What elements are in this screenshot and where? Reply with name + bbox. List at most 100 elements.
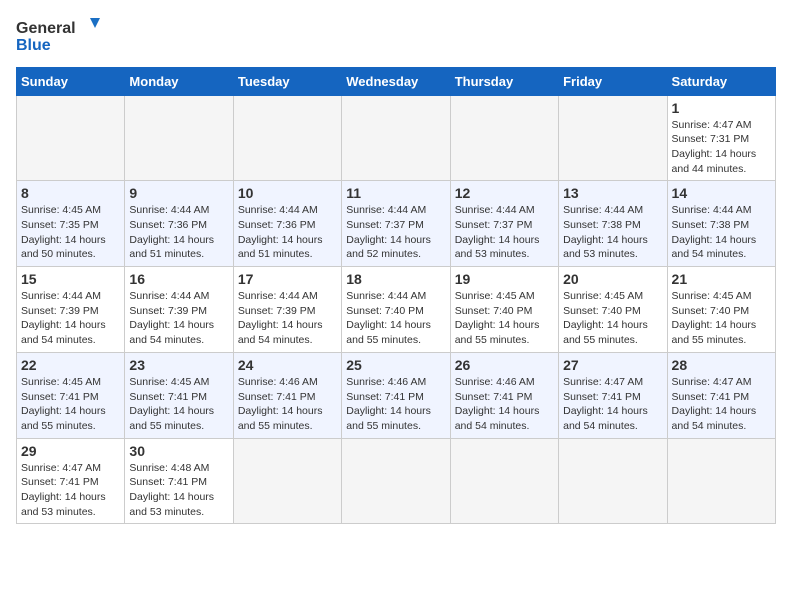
day-info: Sunrise: 4:44 AMSunset: 7:36 PMDaylight:… bbox=[238, 203, 337, 262]
calendar-cell: 30 Sunrise: 4:48 AMSunset: 7:41 PMDayligh… bbox=[125, 438, 233, 524]
day-info: Sunrise: 4:44 AMSunset: 7:37 PMDaylight:… bbox=[346, 203, 445, 262]
day-number: 10 bbox=[238, 185, 337, 201]
day-info: Sunrise: 4:45 AMSunset: 7:35 PMDaylight:… bbox=[21, 203, 120, 262]
day-info: Sunrise: 4:45 AMSunset: 7:40 PMDaylight:… bbox=[563, 289, 662, 348]
calendar-header-row: SundayMondayTuesdayWednesdayThursdayFrid… bbox=[17, 67, 776, 95]
calendar-cell bbox=[342, 95, 450, 181]
day-number: 16 bbox=[129, 271, 228, 287]
calendar-cell: 21 Sunrise: 4:45 AMSunset: 7:40 PMDayligh… bbox=[667, 267, 775, 353]
day-info: Sunrise: 4:44 AMSunset: 7:39 PMDaylight:… bbox=[129, 289, 228, 348]
day-number: 12 bbox=[455, 185, 554, 201]
day-number: 14 bbox=[672, 185, 771, 201]
day-number: 1 bbox=[672, 100, 771, 116]
day-number: 30 bbox=[129, 443, 228, 459]
day-number: 23 bbox=[129, 357, 228, 373]
day-info: Sunrise: 4:44 AMSunset: 7:39 PMDaylight:… bbox=[21, 289, 120, 348]
day-info: Sunrise: 4:44 AMSunset: 7:37 PMDaylight:… bbox=[455, 203, 554, 262]
day-info: Sunrise: 4:45 AMSunset: 7:40 PMDaylight:… bbox=[672, 289, 771, 348]
calendar-cell bbox=[559, 438, 667, 524]
day-info: Sunrise: 4:45 AMSunset: 7:40 PMDaylight:… bbox=[455, 289, 554, 348]
calendar-cell: 1 Sunrise: 4:47 AMSunset: 7:31 PMDaylight… bbox=[667, 95, 775, 181]
day-number: 25 bbox=[346, 357, 445, 373]
day-info: Sunrise: 4:46 AMSunset: 7:41 PMDaylight:… bbox=[346, 375, 445, 434]
day-number: 27 bbox=[563, 357, 662, 373]
day-info: Sunrise: 4:45 AMSunset: 7:41 PMDaylight:… bbox=[129, 375, 228, 434]
day-header-tuesday: Tuesday bbox=[233, 67, 341, 95]
calendar-cell: 22 Sunrise: 4:45 AMSunset: 7:41 PMDayligh… bbox=[17, 352, 125, 438]
calendar-cell: 29 Sunrise: 4:47 AMSunset: 7:41 PMDayligh… bbox=[17, 438, 125, 524]
day-number: 9 bbox=[129, 185, 228, 201]
day-number: 26 bbox=[455, 357, 554, 373]
calendar-cell bbox=[450, 438, 558, 524]
logo-wordmark: General Blue bbox=[16, 16, 106, 59]
calendar-cell: 10 Sunrise: 4:44 AMSunset: 7:36 PMDayligh… bbox=[233, 181, 341, 267]
day-info: Sunrise: 4:45 AMSunset: 7:41 PMDaylight:… bbox=[21, 375, 120, 434]
day-number: 20 bbox=[563, 271, 662, 287]
day-number: 29 bbox=[21, 443, 120, 459]
svg-text:General: General bbox=[16, 20, 76, 37]
calendar-cell bbox=[667, 438, 775, 524]
day-header-thursday: Thursday bbox=[450, 67, 558, 95]
day-number: 15 bbox=[21, 271, 120, 287]
calendar-cell: 14 Sunrise: 4:44 AMSunset: 7:38 PMDayligh… bbox=[667, 181, 775, 267]
calendar-body: 1 Sunrise: 4:47 AMSunset: 7:31 PMDaylight… bbox=[17, 95, 776, 524]
calendar-week-row: 1 Sunrise: 4:47 AMSunset: 7:31 PMDaylight… bbox=[17, 95, 776, 181]
day-number: 11 bbox=[346, 185, 445, 201]
day-number: 13 bbox=[563, 185, 662, 201]
day-number: 18 bbox=[346, 271, 445, 287]
day-info: Sunrise: 4:44 AMSunset: 7:38 PMDaylight:… bbox=[563, 203, 662, 262]
day-info: Sunrise: 4:47 AMSunset: 7:41 PMDaylight:… bbox=[563, 375, 662, 434]
calendar-cell: 25 Sunrise: 4:46 AMSunset: 7:41 PMDayligh… bbox=[342, 352, 450, 438]
day-info: Sunrise: 4:47 AMSunset: 7:31 PMDaylight:… bbox=[672, 118, 771, 177]
calendar-cell: 15 Sunrise: 4:44 AMSunset: 7:39 PMDayligh… bbox=[17, 267, 125, 353]
calendar-week-row: 29 Sunrise: 4:47 AMSunset: 7:41 PMDayligh… bbox=[17, 438, 776, 524]
calendar-week-row: 15 Sunrise: 4:44 AMSunset: 7:39 PMDayligh… bbox=[17, 267, 776, 353]
day-number: 8 bbox=[21, 185, 120, 201]
day-number: 24 bbox=[238, 357, 337, 373]
calendar-cell: 9 Sunrise: 4:44 AMSunset: 7:36 PMDaylight… bbox=[125, 181, 233, 267]
day-number: 17 bbox=[238, 271, 337, 287]
day-info: Sunrise: 4:44 AMSunset: 7:38 PMDaylight:… bbox=[672, 203, 771, 262]
day-info: Sunrise: 4:47 AMSunset: 7:41 PMDaylight:… bbox=[21, 461, 120, 520]
day-number: 22 bbox=[21, 357, 120, 373]
day-info: Sunrise: 4:46 AMSunset: 7:41 PMDaylight:… bbox=[238, 375, 337, 434]
logo-svg: General Blue bbox=[16, 16, 106, 54]
calendar-cell: 8 Sunrise: 4:45 AMSunset: 7:35 PMDaylight… bbox=[17, 181, 125, 267]
calendar-cell bbox=[17, 95, 125, 181]
calendar-cell: 11 Sunrise: 4:44 AMSunset: 7:37 PMDayligh… bbox=[342, 181, 450, 267]
day-header-saturday: Saturday bbox=[667, 67, 775, 95]
day-header-sunday: Sunday bbox=[17, 67, 125, 95]
svg-text:Blue: Blue bbox=[16, 37, 51, 54]
day-info: Sunrise: 4:46 AMSunset: 7:41 PMDaylight:… bbox=[455, 375, 554, 434]
calendar-table: SundayMondayTuesdayWednesdayThursdayFrid… bbox=[16, 67, 776, 525]
day-number: 28 bbox=[672, 357, 771, 373]
calendar-cell bbox=[559, 95, 667, 181]
calendar-cell: 12 Sunrise: 4:44 AMSunset: 7:37 PMDayligh… bbox=[450, 181, 558, 267]
calendar-cell: 26 Sunrise: 4:46 AMSunset: 7:41 PMDayligh… bbox=[450, 352, 558, 438]
day-header-friday: Friday bbox=[559, 67, 667, 95]
day-header-monday: Monday bbox=[125, 67, 233, 95]
header: General Blue bbox=[16, 16, 776, 59]
calendar-cell bbox=[450, 95, 558, 181]
calendar-cell: 19 Sunrise: 4:45 AMSunset: 7:40 PMDayligh… bbox=[450, 267, 558, 353]
calendar-cell bbox=[125, 95, 233, 181]
calendar-cell bbox=[233, 95, 341, 181]
day-info: Sunrise: 4:44 AMSunset: 7:36 PMDaylight:… bbox=[129, 203, 228, 262]
calendar-cell: 17 Sunrise: 4:44 AMSunset: 7:39 PMDayligh… bbox=[233, 267, 341, 353]
calendar-cell: 16 Sunrise: 4:44 AMSunset: 7:39 PMDayligh… bbox=[125, 267, 233, 353]
calendar-cell bbox=[233, 438, 341, 524]
calendar-cell: 27 Sunrise: 4:47 AMSunset: 7:41 PMDayligh… bbox=[559, 352, 667, 438]
calendar-cell: 20 Sunrise: 4:45 AMSunset: 7:40 PMDayligh… bbox=[559, 267, 667, 353]
day-info: Sunrise: 4:48 AMSunset: 7:41 PMDaylight:… bbox=[129, 461, 228, 520]
day-info: Sunrise: 4:44 AMSunset: 7:40 PMDaylight:… bbox=[346, 289, 445, 348]
calendar-cell: 24 Sunrise: 4:46 AMSunset: 7:41 PMDayligh… bbox=[233, 352, 341, 438]
day-header-wednesday: Wednesday bbox=[342, 67, 450, 95]
day-number: 19 bbox=[455, 271, 554, 287]
day-number: 21 bbox=[672, 271, 771, 287]
calendar-cell: 18 Sunrise: 4:44 AMSunset: 7:40 PMDayligh… bbox=[342, 267, 450, 353]
calendar-week-row: 22 Sunrise: 4:45 AMSunset: 7:41 PMDayligh… bbox=[17, 352, 776, 438]
logo: General Blue bbox=[16, 16, 106, 59]
day-info: Sunrise: 4:47 AMSunset: 7:41 PMDaylight:… bbox=[672, 375, 771, 434]
calendar-cell: 23 Sunrise: 4:45 AMSunset: 7:41 PMDayligh… bbox=[125, 352, 233, 438]
day-info: Sunrise: 4:44 AMSunset: 7:39 PMDaylight:… bbox=[238, 289, 337, 348]
